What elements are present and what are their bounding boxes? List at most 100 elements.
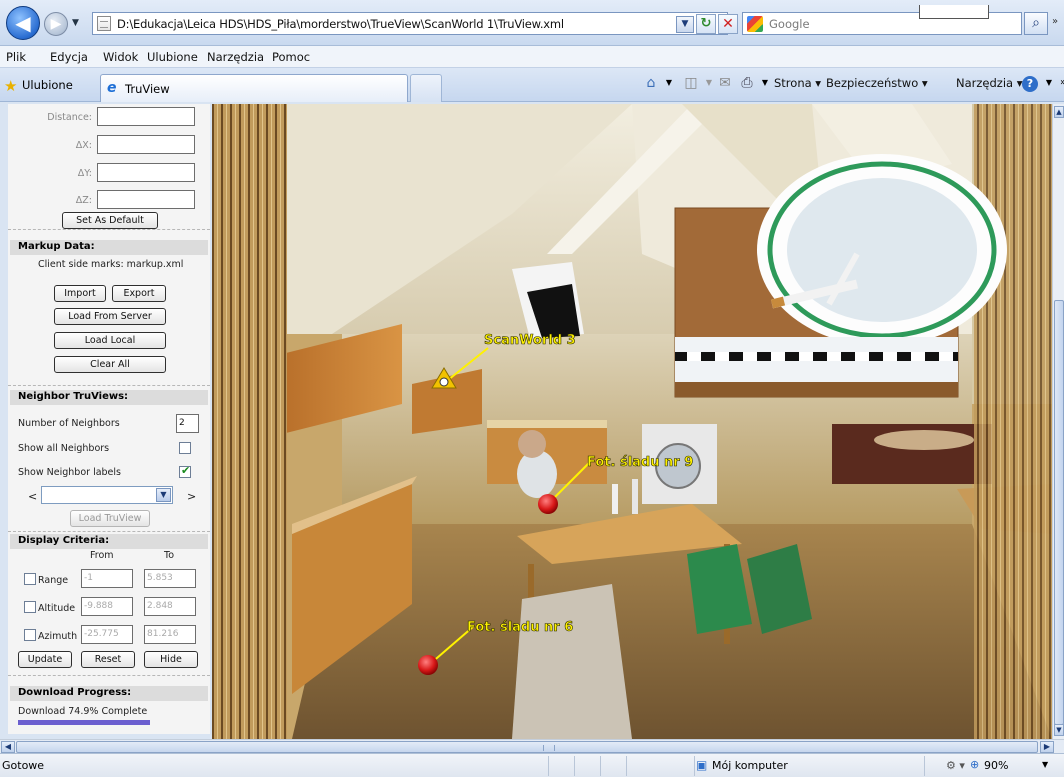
set-as-default-button[interactable]: Set As Default [62,212,158,229]
stop-icon[interactable]: ✕ [718,14,738,34]
truview-side-panel: Distance: ΔX: ΔY: ΔZ: Set As Default Mar… [8,104,210,734]
load-local-button[interactable]: Load Local [54,332,166,349]
favorites-button[interactable]: Ulubione [22,78,73,92]
trace-9-label[interactable]: Fot. śladu nr 9 [587,455,694,471]
altitude-from-field[interactable]: -9.888 [81,597,133,616]
range-to-field[interactable]: 5.853 [144,569,196,588]
google-icon [747,16,763,32]
from-label: From [90,550,114,561]
display-criteria-section: Display Criteria: From To Range -1 5.853… [8,534,210,676]
range-from-field[interactable]: -1 [81,569,133,588]
more-chevron-icon[interactable]: » [1052,16,1058,27]
dy-field[interactable] [97,163,195,182]
help-icon[interactable]: ? [1022,76,1038,92]
vertical-scrollbar[interactable]: ▲ ▼ [1052,104,1064,739]
distance-field[interactable] [97,107,195,126]
scroll-grip [543,745,555,751]
mail-icon[interactable]: ✉ [716,74,734,92]
menu-item-ulubione[interactable]: Ulubione [147,50,198,64]
home-icon[interactable]: ⌂ [642,74,660,92]
azimuth-from-field[interactable]: -25.775 [81,625,133,644]
neighbor-count-label: Number of Neighbors [18,418,120,429]
protected-mode-icon[interactable]: ⚙ ▾ [946,759,965,772]
menu-item-pomoc[interactable]: Pomoc [272,50,310,64]
load-truview-button[interactable]: Load TruView [70,510,150,527]
show-neighbor-labels-checkbox[interactable] [179,464,191,478]
download-status-text: Download 74.9% Complete [18,706,148,717]
next-neighbor-button[interactable]: > [187,490,196,503]
scanworld-label[interactable]: ScanWorld 3 [484,333,576,349]
menu-item-narzedzia[interactable]: Narzędzia [207,50,264,64]
menu-item-plik[interactable]: Plik [6,50,26,64]
download-title: Download Progress: [10,686,208,701]
favorites-star-icon[interactable]: ★ [4,77,17,95]
export-button[interactable]: Export [112,285,166,302]
history-dropdown-icon[interactable]: ▼ [72,18,79,28]
refresh-icon[interactable]: ↻ [696,14,716,34]
load-from-server-button[interactable]: Load From Server [54,308,166,325]
show-neighbor-labels-label: Show Neighbor labels [18,467,121,478]
more-commands-icon[interactable]: » [1054,74,1064,92]
tab-truview[interactable]: e TruView [100,74,408,102]
feeds-icon[interactable]: ◫ [682,74,700,92]
forward-arrow-icon[interactable]: ▶ [44,12,68,36]
dx-field[interactable] [97,135,195,154]
status-divider [694,756,695,776]
range-checkbox[interactable] [24,573,36,585]
trace-6-label[interactable]: Fot. śladu nr 6 [467,620,574,636]
print-dropdown-icon[interactable]: ▼ [756,74,774,92]
horizontal-scrollbar[interactable]: ◀ ▶ [0,739,1064,753]
zoom-level[interactable]: 90% [984,759,1008,772]
distance-label: Distance: [47,112,92,123]
red-pin-icon[interactable] [538,494,558,514]
tab-bar: ★ Ulubione e TruView ⌂ ▼ ◫ ▼ ✉ ⎙ ▼ Stron… [0,68,1064,102]
new-tab-button[interactable] [410,74,442,102]
update-button[interactable]: Update [18,651,72,668]
menu-bar: Plik Edycja Widok Ulubione Narzędzia Pom… [0,46,1064,68]
azimuth-to-field[interactable]: 81.216 [144,625,196,644]
tools-menu[interactable]: Narzędzia ▾ [956,76,1023,90]
altitude-to-field[interactable]: 2.848 [144,597,196,616]
measure-section: Distance: ΔX: ΔY: ΔZ: Set As Default [8,104,210,230]
panorama-viewer[interactable]: ScanWorld 3 Fot. śladu nr 9 Fot. śladu n… [212,104,1052,739]
vertical-scroll-thumb[interactable] [1054,300,1064,725]
zoom-dropdown-icon[interactable]: ▼ [1042,760,1048,769]
scroll-up-icon[interactable]: ▲ [1054,106,1064,118]
scroll-right-icon[interactable]: ▶ [1040,741,1054,753]
neighbor-select[interactable]: ▼ [41,486,173,504]
neighbors-section: Neighbor TruViews: Number of Neighbors 2… [8,390,210,532]
show-all-neighbors-checkbox[interactable] [179,442,191,454]
panorama-scene[interactable]: ScanWorld 3 Fot. śladu nr 9 Fot. śladu n… [212,104,1052,739]
status-divider [548,756,549,776]
zoom-icon[interactable]: ⊕ [970,758,979,771]
search-input[interactable]: Google [742,5,1022,35]
scroll-down-icon[interactable]: ▼ [1054,724,1064,736]
horizontal-scroll-thumb[interactable] [16,741,1038,753]
neighbors-title: Neighbor TruViews: [10,390,208,405]
back-arrow-icon[interactable]: ◀ [6,6,40,40]
import-button[interactable]: Import [54,285,106,302]
menu-item-edycja[interactable]: Edycja [50,50,88,64]
clear-all-button[interactable]: Clear All [54,356,166,373]
red-pin-icon[interactable] [418,655,438,675]
reset-button[interactable]: Reset [81,651,135,668]
neighbor-count-field[interactable]: 2 [176,414,199,433]
altitude-checkbox[interactable] [24,601,36,613]
chevron-down-icon[interactable]: ▼ [156,488,171,502]
address-dropdown-icon[interactable]: ▼ [676,16,694,33]
dz-field[interactable] [97,190,195,209]
azimuth-label: Azimuth [38,631,78,642]
hide-button[interactable]: Hide [144,651,198,668]
search-magnifier-icon[interactable]: ⌕ [1024,12,1048,35]
menu-item-widok[interactable]: Widok [103,50,138,64]
address-bar[interactable]: D:\Edukacja\Leica HDS\HDS_Piła\morderstw… [92,12,728,35]
azimuth-checkbox[interactable] [24,629,36,641]
prev-neighbor-button[interactable]: < [28,490,37,503]
print-icon[interactable]: ⎙ [738,74,756,92]
security-menu[interactable]: Bezpieczeństwo ▾ [826,76,928,90]
page-menu[interactable]: Strona ▾ [774,76,821,90]
home-dropdown-icon[interactable]: ▼ [660,74,678,92]
markup-section: Markup Data: Client side marks: markup.x… [8,240,210,386]
scroll-left-icon[interactable]: ◀ [1,741,15,753]
show-all-neighbors-label: Show all Neighbors [18,443,110,454]
